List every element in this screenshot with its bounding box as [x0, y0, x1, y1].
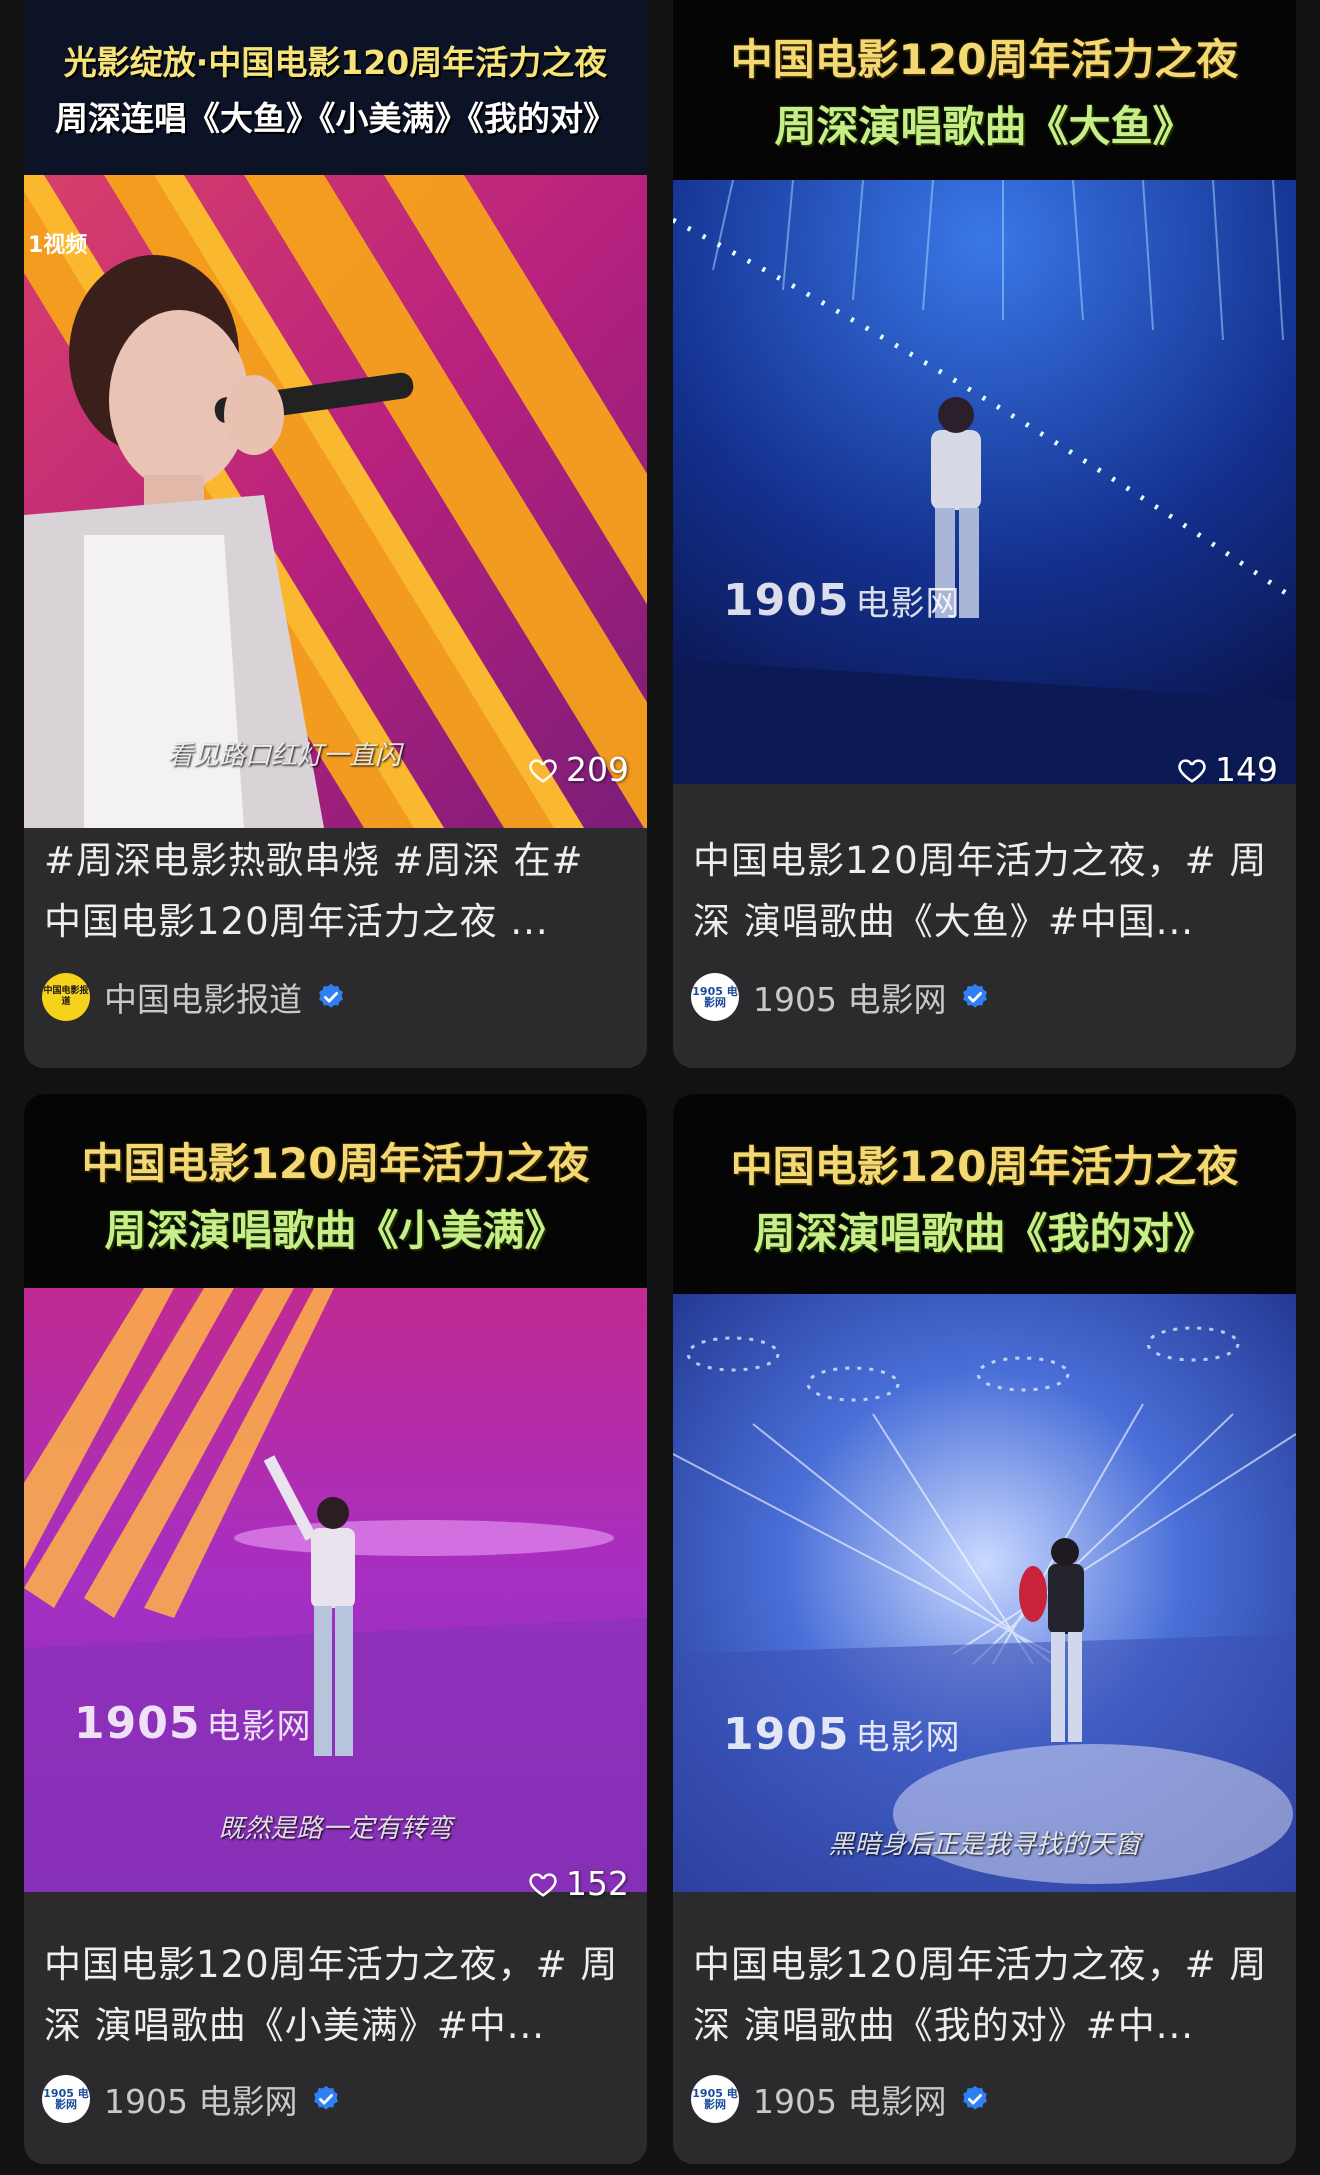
- avatar-logo-text: 1905 电影网: [692, 985, 738, 1009]
- like-count: 152: [528, 1864, 629, 1903]
- like-count-value: 152: [566, 1864, 629, 1903]
- stage-photo: [673, 1294, 1296, 1892]
- author-row[interactable]: 中国电影报道 中国电影报道: [42, 972, 629, 1022]
- thumbnail-banner: 中国电影120周年活力之夜 周深演唱歌曲《我的对》: [673, 1094, 1296, 1294]
- watermark: 1905 电影网: [723, 575, 960, 626]
- avatar-logo-text: 1905 电影网: [692, 2087, 738, 2111]
- banner-line-2: 周深连唱《大鱼》《小美满》《我的对》: [55, 98, 616, 138]
- stage-photo: [24, 1288, 647, 1892]
- avatar[interactable]: 1905 电影网: [691, 973, 739, 1021]
- banner-line-1: 中国电影120周年活力之夜: [730, 1142, 1239, 1191]
- video-title[interactable]: 中国电影120周年活力之夜，# 周深 演唱歌曲《小美满》#中...: [44, 1934, 627, 2056]
- video-card[interactable]: 中国电影120周年活力之夜 周深演唱歌曲《大鱼》 1905 电影网 149 中国…: [673, 0, 1296, 1068]
- watermark-text: 电影网: [855, 584, 961, 624]
- thumbnail-photo: 1905 电影网 黑暗身后正是我寻找的天窗: [673, 1294, 1296, 1892]
- watermark-text: 电影网: [855, 1718, 961, 1758]
- avatar-logo-text: 1905 电影网: [43, 2087, 89, 2111]
- stage-photo: [24, 175, 647, 828]
- banner-line-2: 周深演唱歌曲《小美满》: [104, 1206, 567, 1255]
- video-thumbnail[interactable]: 中国电影120周年活力之夜 周深演唱歌曲《大鱼》 1905 电影网 149: [673, 0, 1296, 828]
- avatar[interactable]: 1905 电影网: [42, 2075, 90, 2123]
- verified-badge-icon: [963, 2085, 988, 2110]
- author-name[interactable]: 中国电影报道: [104, 973, 302, 1021]
- heart-icon: [529, 758, 557, 783]
- heart-icon: [529, 1872, 557, 1897]
- author-row[interactable]: 1905 电影网 1905 电影网: [691, 972, 1278, 1022]
- video-title[interactable]: 中国电影120周年活力之夜，# 周深 演唱歌曲《我的对》#中...: [693, 1934, 1276, 2056]
- like-count: 149: [1177, 750, 1278, 789]
- thumbnail-photo: 1905 电影网: [673, 180, 1296, 784]
- video-title[interactable]: #周深电影热歌串烧 #周深 在# 中国电影120周年活力之夜 ...: [44, 830, 627, 952]
- heart-icon: [1178, 758, 1206, 783]
- like-count-value: 209: [566, 750, 629, 789]
- thumbnail-banner: 中国电影120周年活力之夜 周深演唱歌曲《小美满》: [24, 1094, 647, 1288]
- avatar-logo-text: 中国电影报道: [43, 986, 89, 1007]
- watermark: 1905 电影网: [723, 1709, 960, 1760]
- corner-logo: 1视频: [28, 233, 88, 258]
- thumbnail-banner: 光影绽放·中国电影120周年活力之夜 周深连唱《大鱼》《小美满》《我的对》: [24, 0, 647, 175]
- video-card[interactable]: 中国电影120周年活力之夜 周深演唱歌曲《小美满》 1905 电影网 既然是路一…: [24, 1094, 647, 2164]
- avatar[interactable]: 1905 电影网: [691, 2075, 739, 2123]
- video-subtitle: 黑暗身后正是我寻找的天窗: [828, 1830, 1141, 1860]
- banner-line-2: 周深演唱歌曲《大鱼》: [774, 102, 1195, 151]
- watermark-number: 1905: [723, 575, 850, 626]
- banner-line-1: 中国电影120周年活力之夜: [81, 1139, 590, 1188]
- author-name[interactable]: 1905 电影网: [104, 2075, 297, 2123]
- video-thumbnail[interactable]: 中国电影120周年活力之夜 周深演唱歌曲《小美满》 1905 电影网 既然是路一…: [24, 1094, 647, 1924]
- author-row[interactable]: 1905 电影网 1905 电影网: [691, 2074, 1278, 2124]
- verified-badge-icon: [319, 983, 343, 1008]
- video-subtitle: 既然是路一定有转弯: [218, 1814, 453, 1844]
- thumbnail-banner: 中国电影120周年活力之夜 周深演唱歌曲《大鱼》: [673, 0, 1296, 180]
- author-row[interactable]: 1905 电影网 1905 电影网: [42, 2074, 629, 2124]
- like-count-value: 149: [1215, 750, 1278, 789]
- author-name[interactable]: 1905 电影网: [753, 973, 946, 1021]
- video-title[interactable]: 中国电影120周年活力之夜，# 周深 演唱歌曲《大鱼》#中国...: [693, 830, 1276, 952]
- author-name[interactable]: 1905 电影网: [753, 2075, 946, 2123]
- watermark: 1905 电影网: [74, 1698, 311, 1749]
- thumbnail-photo: 1905 电影网 既然是路一定有转弯: [24, 1288, 647, 1892]
- video-card[interactable]: 中国电影120周年活力之夜 周深演唱歌曲《我的对》 1905 电影网 黑暗身后正…: [673, 1094, 1296, 2164]
- verified-badge-icon: [314, 2085, 339, 2110]
- verified-badge-icon: [963, 983, 988, 1008]
- stage-photo: [673, 180, 1296, 784]
- video-card[interactable]: 光影绽放·中国电影120周年活力之夜 周深连唱《大鱼》《小美满》《我的对》 1视…: [24, 0, 647, 1068]
- avatar[interactable]: 中国电影报道: [42, 973, 90, 1021]
- watermark-number: 1905: [723, 1709, 850, 1760]
- banner-line-2: 周深演唱歌曲《我的对》: [753, 1209, 1216, 1258]
- like-count: 209: [528, 750, 629, 789]
- video-thumbnail[interactable]: 光影绽放·中国电影120周年活力之夜 周深连唱《大鱼》《小美满》《我的对》 1视…: [24, 0, 647, 828]
- video-feed-grid: 光影绽放·中国电影120周年活力之夜 周深连唱《大鱼》《小美满》《我的对》 1视…: [0, 0, 1320, 2175]
- watermark-text: 电影网: [206, 1707, 312, 1747]
- video-thumbnail[interactable]: 中国电影120周年活力之夜 周深演唱歌曲《我的对》 1905 电影网 黑暗身后正…: [673, 1094, 1296, 1924]
- banner-line-1: 光影绽放·中国电影120周年活力之夜: [63, 42, 608, 82]
- banner-line-1: 中国电影120周年活力之夜: [730, 35, 1239, 84]
- thumbnail-photo: 1视频 看见路口红灯一直闪: [24, 175, 647, 828]
- watermark-number: 1905: [74, 1698, 201, 1749]
- video-subtitle: 看见路口红灯一直闪: [166, 741, 401, 771]
